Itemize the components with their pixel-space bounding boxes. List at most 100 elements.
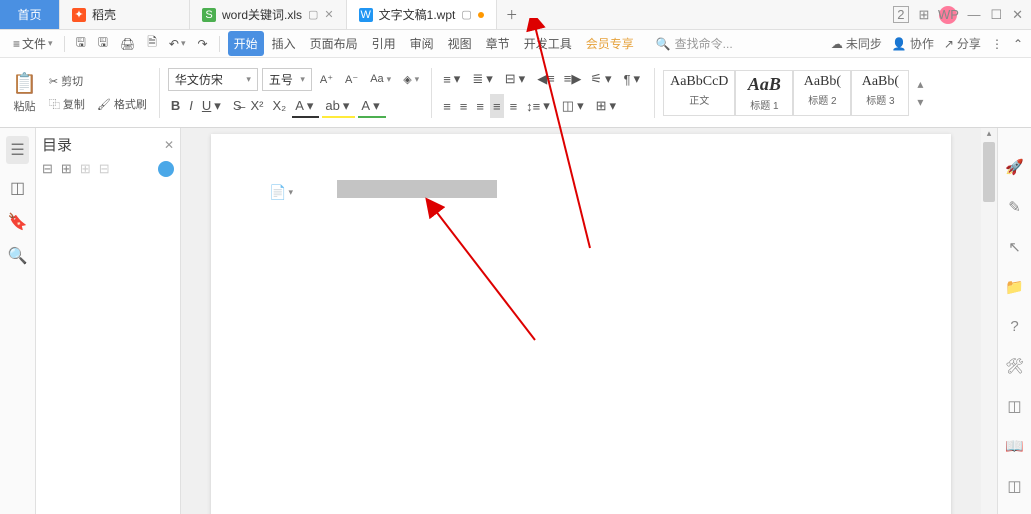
promote-icon[interactable]: ⊞ bbox=[80, 161, 91, 177]
tab-layout[interactable]: 页面布局 bbox=[304, 31, 364, 56]
style-body[interactable]: AaBbCcD正文 bbox=[663, 70, 735, 116]
minimize-button[interactable]: — bbox=[967, 7, 980, 22]
close-icon[interactable]: ✕ bbox=[324, 8, 333, 21]
sync-button[interactable]: ☁ 未同步 bbox=[831, 35, 882, 52]
preview-icon[interactable]: 🗎 bbox=[142, 30, 162, 57]
page[interactable]: 📄▾ bbox=[211, 134, 951, 514]
tab-dev[interactable]: 开发工具 bbox=[518, 31, 578, 56]
redo-icon[interactable]: ↷ bbox=[193, 34, 213, 54]
close-button[interactable]: ✕ bbox=[1012, 7, 1023, 23]
collab-button[interactable]: 👤 协作 bbox=[892, 35, 934, 52]
highlight-icon[interactable]: ab▾ bbox=[322, 94, 355, 118]
cut-button[interactable]: ✂ 剪切 bbox=[45, 71, 151, 91]
decrease-indent-icon[interactable]: ◀≡ bbox=[534, 67, 558, 91]
sort-icon[interactable]: ⚟▾ bbox=[587, 67, 617, 91]
align-right-icon[interactable]: ≡ bbox=[473, 94, 487, 118]
bullets-icon[interactable]: ≡▾ bbox=[440, 67, 466, 91]
multilevel-icon[interactable]: ⊟▾ bbox=[502, 67, 531, 91]
tab-insert[interactable]: 插入 bbox=[266, 31, 302, 56]
avatar[interactable]: WP bbox=[939, 6, 957, 24]
bookmark-icon[interactable]: 🔖 bbox=[8, 212, 28, 232]
shading-icon[interactable]: A▾ bbox=[358, 94, 385, 118]
find-icon[interactable]: 🔍 bbox=[8, 246, 28, 266]
tab-member[interactable]: 会员专享 bbox=[580, 31, 640, 56]
new-tab-button[interactable]: ＋ bbox=[497, 0, 527, 29]
paste-button[interactable]: 📋 粘贴 bbox=[8, 67, 41, 118]
font-size-select[interactable]: 五号▾ bbox=[262, 68, 312, 91]
show-marks-icon[interactable]: ¶▾ bbox=[621, 67, 647, 91]
sync-icon[interactable] bbox=[158, 161, 174, 177]
distribute-icon[interactable]: ≡ bbox=[507, 94, 521, 118]
font-color-icon[interactable]: A▾ bbox=[292, 94, 319, 118]
border-icon[interactable]: ⊞▾ bbox=[593, 94, 622, 118]
align-justify-icon[interactable]: ≡ bbox=[490, 94, 504, 118]
style-more[interactable]: ▴▾ bbox=[913, 77, 927, 109]
grow-font-icon[interactable]: A⁺ bbox=[316, 71, 337, 88]
collapse-icon[interactable]: ⌃ bbox=[1013, 37, 1023, 51]
cursor-icon[interactable]: ↖ bbox=[1008, 238, 1021, 256]
grid-icon[interactable]: ⊞ bbox=[919, 7, 930, 23]
bold-icon[interactable]: B bbox=[168, 94, 183, 118]
clear-format-icon[interactable]: ◈▾ bbox=[399, 71, 423, 88]
tab-xls[interactable]: S word关键词.xls ▢✕ bbox=[190, 0, 347, 29]
demote-icon[interactable]: ⊟ bbox=[99, 161, 110, 177]
layers-icon[interactable]: ◫ bbox=[1007, 397, 1021, 415]
docer-icon: ✦ bbox=[72, 8, 86, 22]
change-case-icon[interactable]: Aa▾ bbox=[366, 71, 395, 87]
tab-start[interactable]: 开始 bbox=[228, 31, 264, 56]
save-icon[interactable]: 🖫 bbox=[71, 30, 91, 57]
tab-docer[interactable]: ✦ 稻壳 bbox=[60, 0, 190, 29]
font-family-select[interactable]: 华文仿宋▾ bbox=[168, 68, 258, 91]
superscript-icon[interactable]: X² bbox=[247, 94, 266, 118]
help-icon[interactable]: ? bbox=[1010, 318, 1018, 335]
vertical-scrollbar[interactable]: ▴ bbox=[981, 128, 997, 514]
style-h1[interactable]: AaB标题 1 bbox=[735, 70, 793, 116]
maximize-button[interactable]: ☐ bbox=[990, 7, 1002, 23]
scroll-thumb[interactable] bbox=[983, 142, 995, 202]
align-center-icon[interactable]: ≡ bbox=[457, 94, 471, 118]
window-count-badge[interactable]: 2 bbox=[893, 6, 908, 23]
format-painter-button[interactable]: 🖌 格式刷 bbox=[93, 94, 151, 114]
undo-icon[interactable]: ↶▾ bbox=[164, 34, 191, 54]
folder-icon[interactable]: 📁 bbox=[1005, 278, 1024, 296]
tab-review[interactable]: 审阅 bbox=[404, 31, 440, 56]
italic-icon[interactable]: I bbox=[186, 94, 196, 118]
increase-indent-icon[interactable]: ≡▶ bbox=[561, 67, 585, 91]
command-search[interactable]: 🔍 查找命令... bbox=[656, 35, 733, 52]
subscript-icon[interactable]: X₂ bbox=[269, 94, 289, 118]
menu-button[interactable]: ≡ 文件 ▾ bbox=[8, 32, 58, 55]
settings-icon[interactable]: ◫ bbox=[1007, 477, 1021, 495]
copy-button[interactable]: ⿻ 复制 bbox=[45, 94, 89, 114]
print-icon[interactable]: 🖨 bbox=[115, 34, 140, 54]
scroll-up-icon[interactable]: ▴ bbox=[981, 128, 997, 142]
outline-icon[interactable]: ☰ bbox=[6, 136, 28, 164]
share-button[interactable]: ↗ 分享 bbox=[944, 35, 981, 52]
style-h3[interactable]: AaBb(标题 3 bbox=[851, 70, 909, 116]
close-icon[interactable]: ✕ bbox=[164, 138, 174, 152]
shrink-font-icon[interactable]: A⁻ bbox=[341, 71, 362, 88]
numbering-icon[interactable]: ≣▾ bbox=[469, 67, 498, 91]
tab-view[interactable]: 视图 bbox=[442, 31, 478, 56]
pen-icon[interactable]: ✎ bbox=[1008, 198, 1021, 216]
tab-ref[interactable]: 引用 bbox=[366, 31, 402, 56]
monitor-icon: ▢ bbox=[461, 8, 471, 21]
style-h2[interactable]: AaBb(标题 2 bbox=[793, 70, 851, 116]
thumbnail-icon[interactable]: ◫ bbox=[10, 178, 25, 198]
more-icon[interactable]: ⋮ bbox=[991, 37, 1003, 51]
collapse-icon[interactable]: ⊟ bbox=[42, 161, 53, 177]
outline-tools: ⊟ ⊞ ⊞ ⊟ bbox=[42, 161, 174, 177]
rocket-icon[interactable]: 🚀 bbox=[1005, 158, 1024, 176]
strike-icon[interactable]: S̶ bbox=[230, 94, 245, 118]
expand-icon[interactable]: ⊞ bbox=[61, 161, 72, 177]
book-icon[interactable]: 📖 bbox=[1005, 437, 1024, 455]
document-area[interactable]: 📄▾ bbox=[181, 128, 981, 514]
save-as-icon[interactable]: 🖫 bbox=[93, 30, 113, 57]
fill-icon[interactable]: ◫▾ bbox=[559, 94, 590, 118]
tab-chapter[interactable]: 章节 bbox=[480, 31, 516, 56]
line-spacing-icon[interactable]: ↕≡▾ bbox=[523, 94, 556, 118]
tab-home[interactable]: 首页 bbox=[0, 0, 60, 29]
underline-icon[interactable]: U▾ bbox=[199, 94, 227, 118]
tools-icon[interactable]: 🛠 bbox=[1005, 357, 1024, 375]
tab-wpt[interactable]: W 文字文稿1.wpt ▢ bbox=[347, 0, 497, 29]
align-left-icon[interactable]: ≡ bbox=[440, 94, 454, 118]
